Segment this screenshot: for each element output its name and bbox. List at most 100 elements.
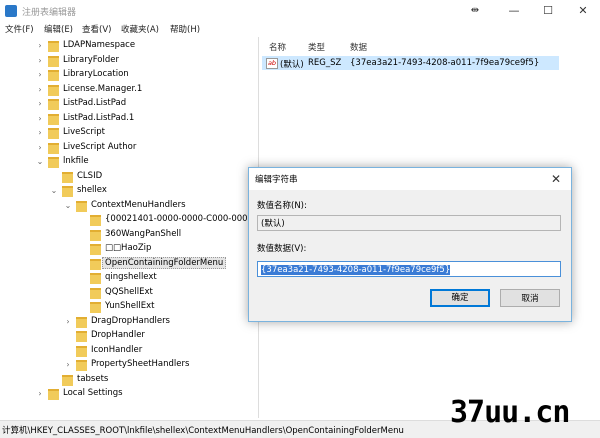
tree-item-label: LibraryFolder <box>63 54 119 65</box>
registry-app-icon <box>5 5 17 17</box>
tree-item-label: IconHandler <box>91 344 143 355</box>
window-title: 注册表编辑器 <box>22 8 77 18</box>
chevron-right-icon[interactable]: › <box>36 143 44 153</box>
tree-item-label: □□HaoZip <box>105 243 152 253</box>
chevron-down-icon[interactable]: ⌄ <box>50 186 58 196</box>
ok-button[interactable]: 确定 <box>430 289 490 307</box>
menu-favorites[interactable]: 收藏夹(A) <box>121 23 159 35</box>
dialog-title: 编辑字符串 <box>255 175 298 185</box>
menu-bar: 文件(F) 编辑(E) 查看(V) 收藏夹(A) 帮助(H) <box>0 22 600 36</box>
maximize-button[interactable]: ☐ <box>531 0 565 22</box>
folder-icon <box>76 345 87 357</box>
folder-icon <box>90 229 101 241</box>
menu-edit[interactable]: 编辑(E) <box>44 23 73 35</box>
status-path: 计算机\HKEY_CLASSES_ROOT\lnkfile\shellex\Co… <box>2 426 404 436</box>
folder-icon <box>48 157 59 168</box>
chevron-down-icon[interactable]: ⌄ <box>64 201 72 211</box>
tree-item-label: QQShellExt <box>105 286 153 297</box>
tree-item-label: LibraryLocation <box>63 69 129 79</box>
folder-icon <box>62 171 73 183</box>
resize-arrows-icon: ⇹ <box>470 5 480 16</box>
tree-item-label: DragDropHandlers <box>91 315 170 326</box>
value-data: {37ea3a21-7493-4208-a011-7f9ea79ce9f5} <box>350 58 540 68</box>
chevron-down-icon[interactable]: ⌄ <box>36 157 44 167</box>
column-name-header[interactable]: 名称 <box>269 41 286 53</box>
folder-icon <box>90 244 101 255</box>
value-data-label: 数值数据(V): <box>257 244 307 254</box>
chevron-right-icon[interactable]: › <box>36 41 44 51</box>
chevron-right-icon[interactable]: › <box>36 99 44 109</box>
chevron-right-icon[interactable]: › <box>64 317 72 327</box>
menu-file[interactable]: 文件(F) <box>5 23 34 35</box>
folder-icon <box>90 302 101 313</box>
edit-string-dialog: 编辑字符串 ✕ 数值名称(N): (默认) 数值数据(V): {37ea3a21… <box>248 167 572 322</box>
chevron-right-icon[interactable]: › <box>36 85 44 95</box>
chevron-right-icon[interactable]: › <box>36 114 44 124</box>
folder-icon <box>62 374 73 386</box>
chevron-right-icon[interactable]: › <box>64 360 72 370</box>
tree-item-label: 360WangPanShell <box>105 228 182 239</box>
chevron-right-icon[interactable]: › <box>36 70 44 80</box>
dialog-close-icon[interactable]: ✕ <box>541 168 571 190</box>
column-data-header[interactable]: 数据 <box>350 41 367 53</box>
value-data-text: {37ea3a21-7493-4208-a011-7f9ea79ce9f5} <box>261 265 451 275</box>
folder-icon <box>76 316 87 328</box>
minimize-button[interactable]: — <box>497 0 531 22</box>
folder-icon <box>48 99 59 110</box>
tree-item-label: DropHandler <box>91 330 145 340</box>
folder-icon <box>90 287 101 299</box>
chevron-right-icon[interactable]: › <box>36 389 44 399</box>
folder-icon <box>62 186 73 197</box>
dialog-title-bar: 编辑字符串 ✕ <box>249 168 571 190</box>
folder-icon <box>48 113 59 125</box>
folder-icon <box>48 142 59 154</box>
chevron-right-icon[interactable]: › <box>36 56 44 66</box>
tree-item-label: {00021401-0000-0000-C000-000000000046} <box>105 214 258 224</box>
folder-icon <box>48 128 59 139</box>
folder-icon <box>76 360 87 371</box>
tree-item-label: LDAPNamespace <box>63 40 136 50</box>
tree-item-label: License.Manager.1 <box>63 83 143 94</box>
column-type-header[interactable]: 类型 <box>308 41 325 53</box>
folder-icon <box>90 215 101 226</box>
tree-item-label: YunShellExt <box>105 301 155 311</box>
title-bar: 注册表编辑器 ⇹ — ☐ ✕ <box>0 0 600 22</box>
close-button[interactable]: ✕ <box>566 0 600 22</box>
folder-icon <box>90 258 101 270</box>
tree-item-label: shellex <box>77 185 107 195</box>
registry-tree[interactable]: › LDAPNamespace › LibraryFolder › LibraryLoca… <box>0 37 259 418</box>
tree-item-label: LiveScript Author <box>63 141 137 152</box>
string-value-icon: ab <box>266 58 278 69</box>
tree-item-label: LiveScript <box>63 127 106 137</box>
chevron-right-icon[interactable]: › <box>36 128 44 138</box>
menu-view[interactable]: 查看(V) <box>82 23 111 35</box>
menu-help[interactable]: 帮助(H) <box>170 23 200 35</box>
value-data-input[interactable]: {37ea3a21-7493-4208-a011-7f9ea79ce9f5} <box>257 261 561 277</box>
tree-item-label: qingshellext <box>105 272 157 282</box>
value-name-field: (默认) <box>257 215 561 231</box>
cancel-button[interactable]: 取消 <box>500 289 560 307</box>
tree-item-label: ListPad.ListPad.1 <box>63 112 135 123</box>
watermark: 37uu.cn <box>450 395 570 430</box>
tree-item-label: ListPad.ListPad <box>63 98 127 108</box>
folder-icon <box>48 70 59 81</box>
tree-item-label: PropertySheetHandlers <box>91 359 190 369</box>
value-type: REG_SZ <box>308 58 342 68</box>
folder-icon <box>48 41 59 52</box>
folder-icon <box>90 273 101 284</box>
tree-item-label: Local Settings <box>63 388 123 398</box>
value-row[interactable]: ab (默认) REG_SZ {37ea3a21-7493-4208-a011-… <box>262 56 559 70</box>
tree-item-label: ContextMenuHandlers <box>91 199 186 210</box>
tree-item-label: lnkfile <box>63 156 89 166</box>
